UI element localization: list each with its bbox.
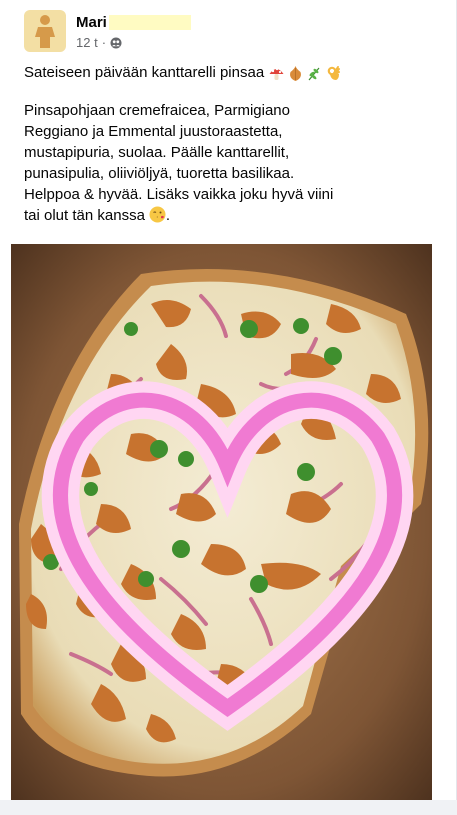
- feed-gap: [0, 800, 457, 815]
- person-icon: [35, 15, 55, 48]
- onion-emoji: [290, 65, 302, 81]
- post-title-text: Sateiseen päivään kanttarelli pinsaa: [24, 64, 265, 81]
- friends-icon[interactable]: [110, 37, 122, 49]
- post-time[interactable]: 12 t: [76, 35, 98, 50]
- post-body-text: Pinsapohjaan cremefraicea, Parmigiano Re…: [24, 102, 334, 224]
- post-body: Pinsapohjaan cremefraicea, Parmigiano Re…: [24, 100, 434, 226]
- post-card: Mari 12 t · Sateiseen päivään kanttarell…: [0, 0, 457, 815]
- post-meta: Mari 12 t ·: [76, 12, 191, 50]
- title-emojis: [268, 65, 342, 82]
- kissing-face-emoji: [149, 206, 166, 223]
- mushroom-emoji: [269, 67, 284, 80]
- herb-emoji: [308, 67, 320, 80]
- ok-hand-emoji: [327, 65, 341, 80]
- separator-dot: ·: [101, 35, 107, 50]
- post-body-end: .: [165, 207, 171, 224]
- avatar[interactable]: [24, 10, 66, 52]
- author-name[interactable]: Mari: [76, 14, 107, 31]
- post-header: Mari 12 t ·: [24, 10, 191, 52]
- post-photo[interactable]: [11, 244, 432, 800]
- heart-sticker-icon: [41, 381, 414, 731]
- name-redaction: [108, 14, 191, 30]
- post-title: Sateiseen päivään kanttarelli pinsaa: [24, 63, 434, 83]
